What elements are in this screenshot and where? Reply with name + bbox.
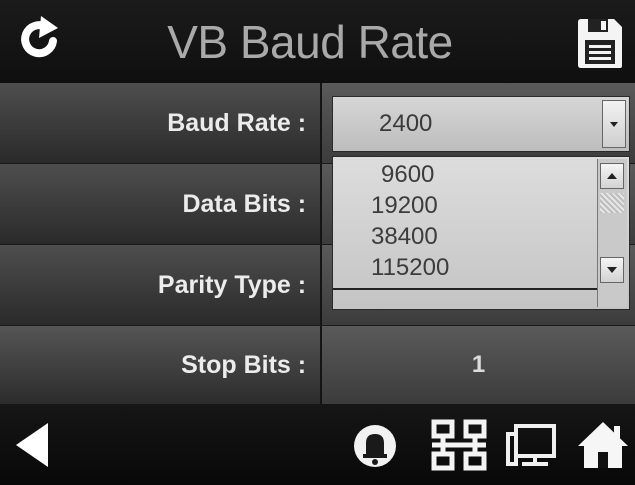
back-arrow-icon[interactable] — [12, 420, 52, 470]
dropdown-option-19200[interactable]: 19200 — [371, 190, 591, 221]
scroll-up-button[interactable] — [600, 163, 624, 189]
dropdown-scrollbar[interactable] — [597, 159, 627, 307]
parity-type-label: Parity Type : — [0, 245, 320, 325]
page-title: VB Baud Rate — [167, 16, 453, 68]
baud-rate-select[interactable]: 2400 — [332, 96, 630, 152]
refresh-icon[interactable] — [14, 14, 64, 64]
baud-rate-dropdown-list[interactable]: 9600 19200 38400 115200 — [332, 156, 630, 310]
dropdown-toggle-button[interactable] — [602, 100, 626, 148]
vb-baud-rate-screen: VB Baud Rate Baud Rate : Data Bits : Par… — [0, 0, 635, 485]
stop-bits-value[interactable]: 1 — [322, 326, 635, 404]
bottom-nav-bar — [0, 404, 635, 485]
data-bits-label: Data Bits : — [0, 164, 320, 244]
scroll-down-button[interactable] — [600, 257, 624, 283]
baud-rate-selected-value: 2400 — [379, 110, 433, 137]
save-icon[interactable] — [574, 16, 626, 70]
chevron-down-icon — [610, 122, 618, 127]
dropdown-option-115200[interactable]: 115200 — [371, 252, 591, 283]
baud-rate-label: Baud Rate : — [0, 83, 320, 163]
list-separator — [333, 288, 598, 290]
alarm-bell-icon[interactable] — [352, 418, 398, 470]
dropdown-option-38400[interactable]: 38400 — [371, 221, 591, 252]
stop-bits-label: Stop Bits : — [0, 326, 320, 404]
dropdown-option-9600[interactable]: 9600 — [381, 159, 601, 190]
scroll-down-arrow-icon — [607, 267, 617, 273]
network-icon[interactable] — [428, 418, 490, 472]
home-icon[interactable] — [576, 418, 630, 470]
scroll-up-arrow-icon — [607, 173, 617, 179]
scroll-thumb[interactable] — [600, 193, 624, 213]
header-bar: VB Baud Rate — [0, 0, 635, 83]
display-icon[interactable] — [504, 420, 558, 470]
